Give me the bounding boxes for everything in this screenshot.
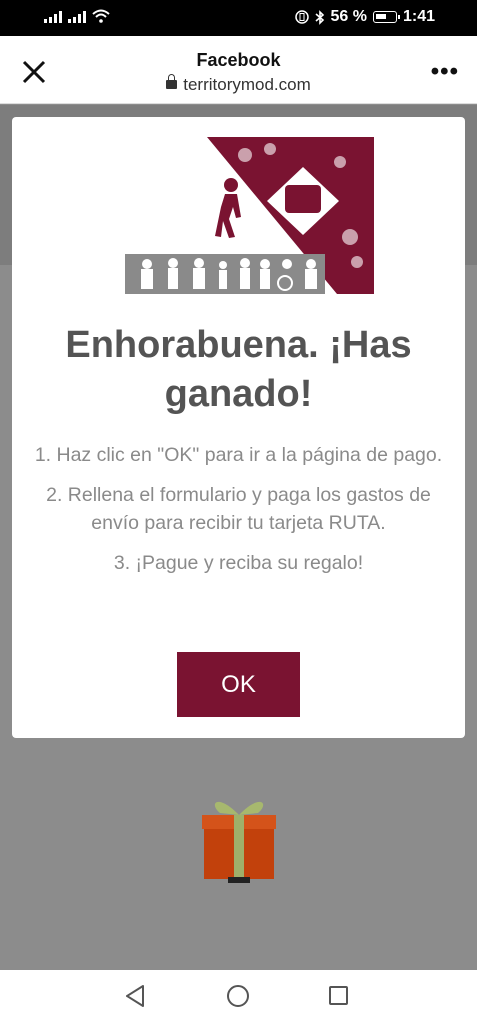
- clock: 1:41: [402, 8, 435, 25]
- signal-icon-2: [68, 11, 86, 23]
- status-indicators: [44, 9, 110, 23]
- signal-icon: [44, 11, 62, 23]
- page-title: Facebook: [196, 50, 281, 70]
- status-right: 56 % 1:41: [294, 8, 435, 26]
- page-url: territorymod.com: [0, 74, 477, 95]
- recent-apps-icon[interactable]: [329, 986, 348, 1005]
- bluetooth-icon: [314, 9, 324, 25]
- ok-button[interactable]: OK: [177, 652, 300, 717]
- wifi-icon: [92, 9, 110, 23]
- vibrate-icon: [294, 10, 309, 24]
- more-options-button[interactable]: •••: [431, 58, 459, 86]
- ruta-card-banner: [125, 137, 374, 294]
- home-icon[interactable]: [227, 985, 249, 1007]
- battery-icon: [372, 11, 400, 23]
- status-bar: 56 % 1:41: [0, 0, 477, 36]
- gift-box-image: [202, 801, 276, 883]
- back-icon[interactable]: [124, 984, 146, 1008]
- step-3: 3. ¡Pague y reciba su regalo!: [113, 552, 364, 574]
- steps-list: 1. Haz clic en "OK" para ir a la página …: [32, 441, 445, 589]
- system-navbar: [0, 970, 477, 1024]
- url-text: territorymod.com: [183, 75, 311, 94]
- step-1: 1. Haz clic en "OK" para ir a la página …: [34, 444, 443, 466]
- prize-modal: Enhorabuena. ¡Has ganado! 1. Haz clic en…: [12, 117, 465, 738]
- battery-percent: 56 %: [330, 8, 367, 25]
- lock-icon: [166, 74, 178, 90]
- modal-title: Enhorabuena. ¡Has ganado!: [65, 324, 412, 415]
- browser-header: Facebook territorymod.com •••: [0, 36, 477, 104]
- step-2: 2. Rellena el formulario y paga los gast…: [46, 484, 431, 534]
